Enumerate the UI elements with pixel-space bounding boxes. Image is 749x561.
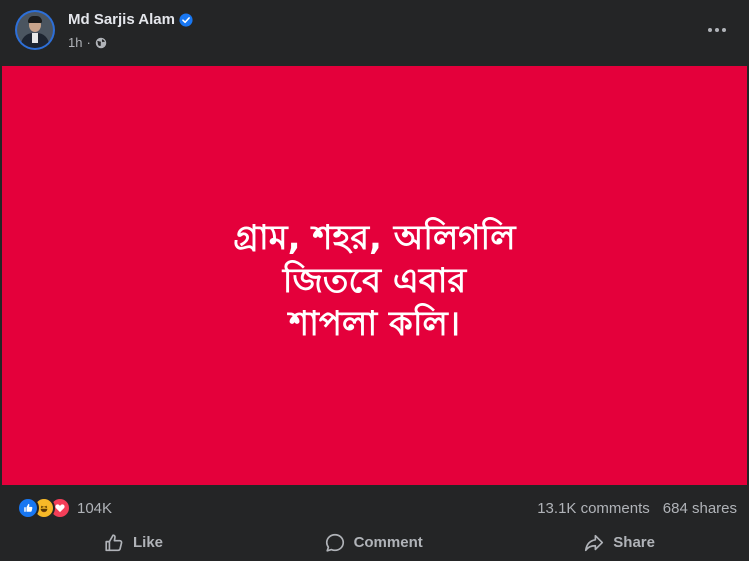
post-image[interactable]: গ্রাম, শহর, অলিগলি জিতবে এবার শাপলা কলি। [2,66,747,485]
comment-label: Comment [353,534,423,551]
comments-count[interactable]: 13.1K comments [537,500,650,517]
post-meta: 1h · [68,35,107,50]
reaction-count[interactable]: 104K [77,500,112,517]
share-arrow-icon [585,534,604,551]
meta-separator: · [86,35,91,50]
author-name[interactable]: Md Sarjis Alam [68,11,175,28]
post-header: Md Sarjis Alam 1h · [0,0,749,64]
post-image-line: গ্রাম, শহর, অলিগলি [233,218,516,258]
verified-badge-icon [179,12,193,27]
more-dot-icon [708,28,712,32]
like-label: Like [133,534,164,551]
facebook-post: Md Sarjis Alam 1h · গ্রাম, শহর, অলিগলি জ… [0,0,749,561]
author-name-row: Md Sarjis Alam [68,11,193,28]
more-dot-icon [715,28,719,32]
post-image-line: জিতবে এবার [282,261,467,301]
shares-count[interactable]: 684 shares [663,500,737,517]
more-options-button[interactable] [699,16,735,44]
more-dot-icon [722,28,726,32]
post-image-text: গ্রাম, শহর, অলিগলি জিতবে এবার শাপলা কলি। [233,217,515,346]
thumbs-up-icon [105,533,123,551]
like-reaction-icon [17,497,39,519]
share-label: Share [613,534,655,551]
comment-button[interactable]: Comment [314,527,433,559]
avatar[interactable] [15,10,55,50]
post-time[interactable]: 1h [68,35,82,50]
post-actions: Like Comment Share [0,524,749,561]
post-stats: 104K 13.1K comments 684 shares [0,492,749,524]
avatar-photo [17,12,53,48]
share-button[interactable]: Share [573,527,665,559]
reactions-summary[interactable]: 104K [17,497,112,519]
post-image-line: শাপলা কলি। [288,304,461,344]
engagement-counts: 13.1K comments 684 shares [537,500,737,517]
like-button[interactable]: Like [93,527,173,559]
globe-icon [95,37,107,48]
comment-bubble-icon [325,533,344,552]
